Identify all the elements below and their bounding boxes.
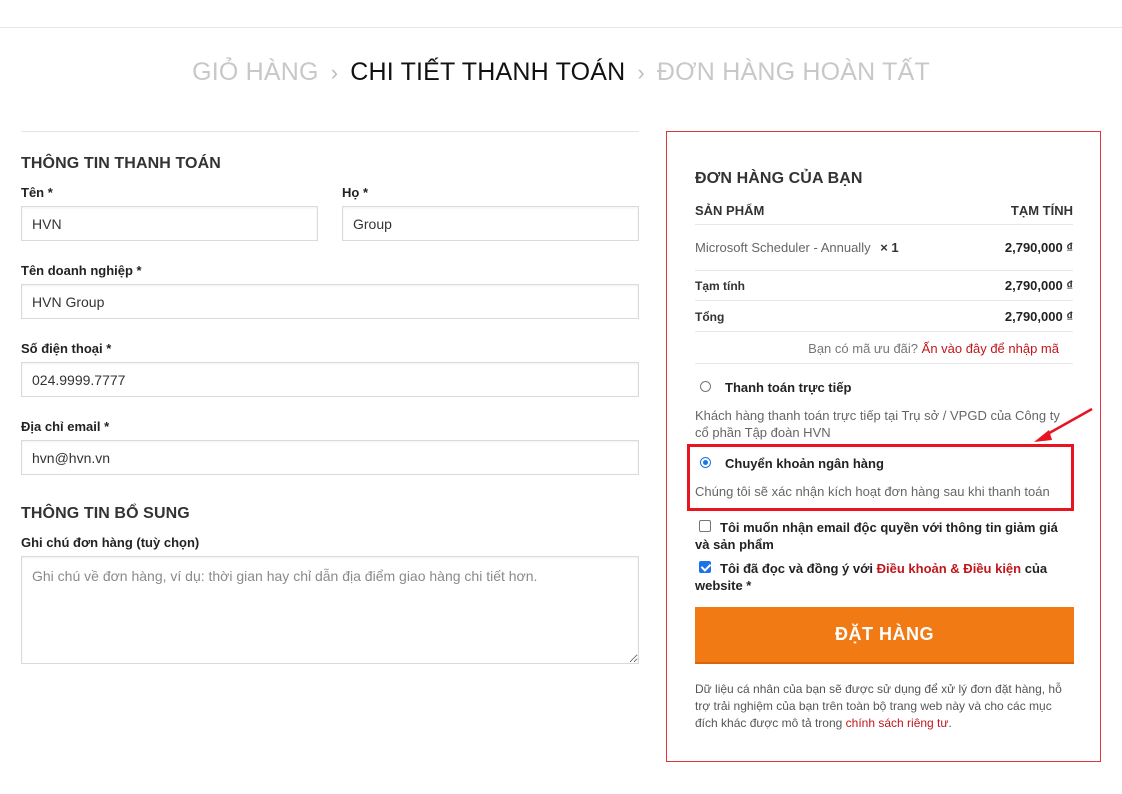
highlight-box bbox=[687, 444, 1074, 511]
last-name-label: Họ * bbox=[342, 185, 368, 200]
col-product-header: SẢN PHẨM bbox=[695, 203, 765, 218]
privacy-end: . bbox=[948, 716, 952, 730]
subtotal-label: Tạm tính bbox=[695, 279, 745, 293]
order-table-header: SẢN PHẨM TẠM TÍNH bbox=[695, 203, 1073, 218]
step-separator-icon: › bbox=[637, 60, 645, 85]
last-name-input[interactable] bbox=[342, 206, 639, 241]
subtotal-value: 2,790,000 ₫ bbox=[1004, 278, 1073, 293]
pay-direct-radio[interactable] bbox=[700, 381, 711, 392]
checkout-steps: GIỎ HÀNG › CHI TIẾT THANH TOÁN › ĐƠN HÀNG HO… bbox=[0, 58, 1122, 87]
company-input[interactable] bbox=[21, 284, 639, 319]
order-title: ĐƠN HÀNG CỦA BẠN bbox=[695, 170, 863, 187]
additional-info-title: THÔNG TIN BỔ SUNG bbox=[21, 505, 190, 522]
privacy-notice: Dữ liệu cá nhân của bạn sẽ được sử dụng … bbox=[695, 681, 1073, 732]
coupon-link[interactable]: Ấn vào đây để nhập mã bbox=[922, 341, 1059, 356]
newsletter-label[interactable]: Tôi muốn nhận email độc quyền với thông … bbox=[695, 519, 1073, 553]
phone-label: Số điện thoại * bbox=[21, 341, 112, 356]
first-name-label: Tên * bbox=[21, 185, 53, 200]
divider bbox=[695, 270, 1073, 271]
divider bbox=[695, 300, 1073, 301]
billing-title: THÔNG TIN THANH TOÁN bbox=[21, 155, 221, 172]
subtotal-row: Tạm tính 2,790,000 ₫ bbox=[695, 278, 1073, 293]
order-line-item: Microsoft Scheduler - Annually × 1 2,790… bbox=[695, 240, 1073, 255]
email-label: Địa chỉ email * bbox=[21, 419, 110, 434]
divider bbox=[695, 224, 1073, 225]
pay-direct-description: Khách hàng thanh toán trực tiếp tại Trụ … bbox=[695, 408, 1060, 440]
coupon-row: Bạn có mã ưu đãi? Ấn vào đây để nhập mã bbox=[695, 341, 1073, 356]
terms-link[interactable]: Điều khoản & Điều kiện bbox=[877, 561, 1021, 576]
item-price: 2,790,000 ₫ bbox=[1004, 240, 1073, 255]
place-order-button[interactable]: ĐẶT HÀNG bbox=[695, 607, 1074, 664]
step-order-complete: ĐƠN HÀNG HOÀN TẤT bbox=[656, 58, 930, 86]
order-notes-textarea[interactable] bbox=[21, 556, 639, 664]
top-bar bbox=[0, 0, 1122, 28]
total-row: Tổng 2,790,000 ₫ bbox=[695, 309, 1073, 324]
divider bbox=[695, 331, 1073, 332]
phone-input[interactable] bbox=[21, 362, 639, 397]
divider bbox=[695, 363, 1073, 364]
coupon-text: Bạn có mã ưu đãi? bbox=[808, 341, 919, 356]
item-name: Microsoft Scheduler - Annually bbox=[695, 240, 871, 255]
privacy-link[interactable]: chính sách riêng tư bbox=[846, 716, 949, 730]
step-separator-icon: › bbox=[330, 60, 339, 85]
item-quantity: × 1 bbox=[880, 240, 899, 255]
billing-form: THÔNG TIN THANH TOÁN Tên * Họ * Tên doan… bbox=[21, 131, 639, 664]
col-subtotal-header: TẠM TÍNH bbox=[1010, 203, 1073, 218]
terms-label[interactable]: Tôi đã đọc và đồng ý với Điều khoản & Đi… bbox=[695, 560, 1073, 594]
first-name-input[interactable] bbox=[21, 206, 318, 241]
pay-direct-label[interactable]: Thanh toán trực tiếp bbox=[725, 380, 1065, 395]
order-notes-label: Ghi chú đơn hàng (tuỳ chọn) bbox=[21, 535, 200, 550]
email-input[interactable] bbox=[21, 440, 639, 475]
total-value: 2,790,000 ₫ bbox=[1004, 309, 1073, 324]
step-cart[interactable]: GIỎ HÀNG bbox=[192, 58, 319, 86]
terms-prefix: Tôi đã đọc và đồng ý với bbox=[720, 561, 873, 576]
total-label: Tổng bbox=[695, 310, 725, 324]
step-checkout-details[interactable]: CHI TIẾT THANH TOÁN bbox=[350, 58, 625, 86]
annotation-arrow-icon bbox=[1034, 407, 1093, 442]
company-label: Tên doanh nghiệp * bbox=[21, 263, 142, 278]
